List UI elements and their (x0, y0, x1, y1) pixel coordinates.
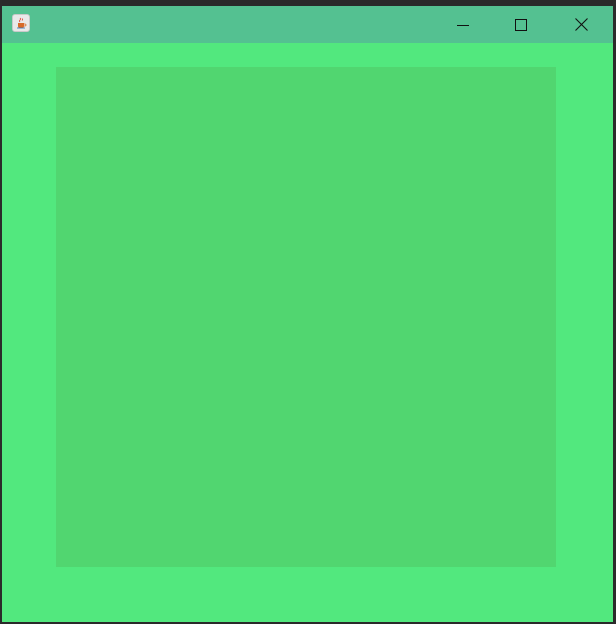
minimize-button[interactable] (434, 6, 492, 43)
minimize-icon (457, 24, 469, 26)
java-cup-icon[interactable] (12, 14, 30, 32)
close-icon (575, 18, 588, 31)
maximize-icon (515, 18, 527, 31)
title-bar[interactable] (2, 6, 613, 43)
java-cup-icon-graphic (17, 17, 27, 29)
content-panel (56, 67, 556, 567)
maximize-button[interactable] (492, 6, 550, 43)
close-button[interactable] (550, 6, 613, 43)
app-window (2, 6, 613, 622)
